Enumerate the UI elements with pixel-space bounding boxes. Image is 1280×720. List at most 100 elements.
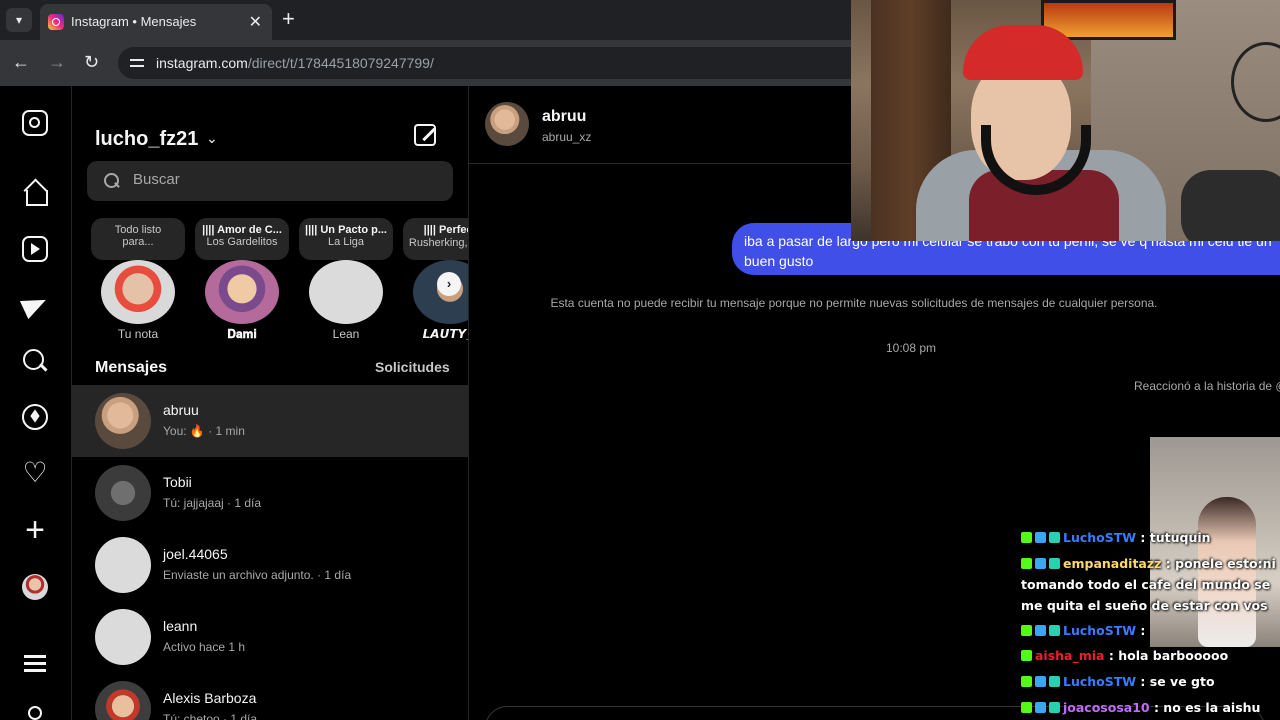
note-text-line1: Todo listo [114, 224, 162, 236]
kick-badge-icon [1021, 676, 1032, 687]
sub-badge-icon [1035, 702, 1046, 713]
stream-chat-message: LuchoSTW : se ve gto [1021, 671, 1279, 692]
url-text[interactable]: instagram.com/direct/t/17844518079247799… [156, 55, 434, 71]
conversation-item[interactable]: leann Activo hace 1 h [72, 601, 468, 673]
chat-contact-handle: abruu_xz [542, 130, 592, 144]
note-avatar[interactable] [101, 260, 175, 324]
reload-icon[interactable]: ↻ [84, 52, 99, 73]
chat-text: : no es la aishu [1149, 700, 1261, 715]
conversation-avatar [95, 609, 151, 665]
kick-badge-icon [1021, 625, 1032, 636]
requests-link[interactable]: Solicitudes [375, 359, 450, 375]
profile-avatar[interactable] [22, 574, 48, 600]
kick-badge-icon [1021, 532, 1032, 543]
notes-next-chevron-icon[interactable]: › [437, 272, 461, 296]
conversation-name: Tobii [163, 474, 192, 490]
note-bubble[interactable]: |||| Un Pacto p... La Liga [299, 218, 393, 260]
conversation-preview: Tú: chetoo · 1 día [163, 712, 258, 720]
notes-carousel: Todo listo para... Tu nota |||| Amor de … [72, 218, 468, 348]
story-reaction-note: Reaccionó a la historia de @ [1134, 379, 1280, 393]
gift-badge-icon [1049, 625, 1060, 636]
conversation-name: Alexis Barboza [163, 690, 257, 706]
chat-username: aisha_mia [1035, 648, 1105, 663]
tab-close-icon[interactable]: ✕ [249, 12, 262, 32]
instagram-nav-rail: ♡ + [0, 86, 72, 720]
conversation-name: leann [163, 618, 198, 634]
note-avatar[interactable] [205, 260, 279, 324]
conversation-avatar [95, 681, 151, 720]
note-bubble[interactable]: Todo listo para... [91, 218, 185, 260]
gift-badge-icon [1049, 532, 1060, 543]
conversation-item[interactable]: joel.44065 Enviaste un archivo adjunto. … [72, 529, 468, 601]
messages-header: Mensajes [95, 359, 168, 376]
tab-title: Instagram • Mensajes [71, 14, 197, 29]
forward-arrow-icon[interactable]: → [48, 52, 66, 73]
more-icon[interactable] [28, 706, 42, 720]
conversation-item[interactable]: abruu You: 🔥 · 1 min [72, 385, 468, 457]
note-avatar[interactable] [309, 260, 383, 324]
stream-chat-overlay: LuchoSTW : tutuquin empanaditazz : ponel… [1018, 527, 1280, 720]
instagram-icon[interactable] [22, 110, 48, 136]
note-text-line1: |||| Un Pacto p... [305, 224, 387, 236]
note-bubble[interactable]: |||| Amor de C... Los Gardelitos [195, 218, 289, 260]
new-tab-plus-icon[interactable]: + [282, 6, 295, 32]
new-message-compose-icon[interactable] [414, 124, 436, 146]
url-host: instagram.com [156, 55, 248, 71]
streamer-webcam-overlay [851, 0, 1280, 241]
conversation-item[interactable]: Tobii Tú: jajjajaaj · 1 día [72, 457, 468, 529]
site-info-icon[interactable] [128, 54, 146, 72]
chat-username: LuchoSTW [1063, 530, 1137, 545]
home-icon[interactable] [22, 180, 48, 206]
messages-icon[interactable] [22, 292, 48, 318]
search-box[interactable] [87, 161, 453, 201]
conversation-preview: Enviaste un archivo adjunto. · 1 día [163, 568, 352, 582]
note-text-line2: para... [122, 236, 154, 248]
tab-search-chevron-down-icon[interactable]: ▾ [6, 8, 32, 32]
note-text-line2: La Liga [327, 236, 365, 248]
conversation-avatar [95, 537, 151, 593]
account-switch-chevron-icon[interactable]: ⌄ [206, 130, 218, 147]
stream-chat-message: empanaditazz : ponele esto:ni tomando to… [1021, 553, 1279, 616]
conversation-preview: Tú: jajjajaaj · 1 día [163, 496, 262, 510]
stream-chat-message: aisha_mia : hola barbooooo [1021, 645, 1279, 666]
back-arrow-icon[interactable]: ← [12, 52, 30, 73]
kick-badge-icon [1021, 650, 1032, 661]
sub-badge-icon [1035, 625, 1046, 636]
conversation-preview: You: 🔥 · 1 min [163, 424, 245, 438]
note-text-line1: |||| Perfect [423, 224, 468, 236]
chat-username: empanaditazz [1063, 556, 1162, 571]
stream-chat-message: LuchoSTW : tutuquin [1021, 527, 1279, 548]
reels-icon[interactable] [22, 236, 48, 262]
conversation-name: joel.44065 [163, 546, 228, 562]
conversation-avatar [95, 393, 151, 449]
conversation-preview: Activo hace 1 h [163, 640, 246, 654]
chat-username: LuchoSTW [1063, 623, 1137, 638]
chat-text: : [1136, 623, 1146, 638]
conversation-item[interactable]: Alexis Barboza Tú: chetoo · 1 día [72, 673, 468, 720]
gift-badge-icon [1049, 676, 1060, 687]
sub-badge-icon [1035, 532, 1046, 543]
kick-badge-icon [1021, 702, 1032, 713]
browser-tab-instagram[interactable]: Instagram • Mensajes ✕ [40, 4, 272, 40]
account-username[interactable]: lucho_fz21 [95, 128, 198, 151]
webcam-chair [1181, 170, 1280, 241]
stream-chat-message: LuchoSTW : [1021, 620, 1279, 641]
search-icon[interactable] [22, 348, 48, 374]
gift-badge-icon [1049, 558, 1060, 569]
note-text-line1: |||| Amor de C... [202, 224, 282, 236]
stream-chat-message: joacososa10 : no es la aishu [1021, 697, 1279, 718]
notifications-heart-icon[interactable]: ♡ [22, 459, 48, 487]
chat-username: joacososa10 [1063, 700, 1150, 715]
menu-icon[interactable] [22, 650, 48, 676]
search-icon [104, 173, 119, 188]
chat-contact-avatar[interactable] [485, 102, 529, 146]
kick-badge-icon [1021, 558, 1032, 569]
search-input[interactable] [133, 171, 433, 188]
chat-contact-name[interactable]: abruu [542, 108, 586, 126]
create-plus-icon[interactable]: + [22, 513, 48, 547]
note-name: Lean [332, 327, 360, 341]
inbox-panel: lucho_fz21 ⌄ Todo listo para... Tu nota … [72, 86, 469, 720]
explore-icon[interactable] [22, 404, 48, 430]
instagram-favicon-icon [48, 14, 64, 30]
note-bubble[interactable]: |||| Perfect Rusherking, A💗 [403, 218, 468, 260]
